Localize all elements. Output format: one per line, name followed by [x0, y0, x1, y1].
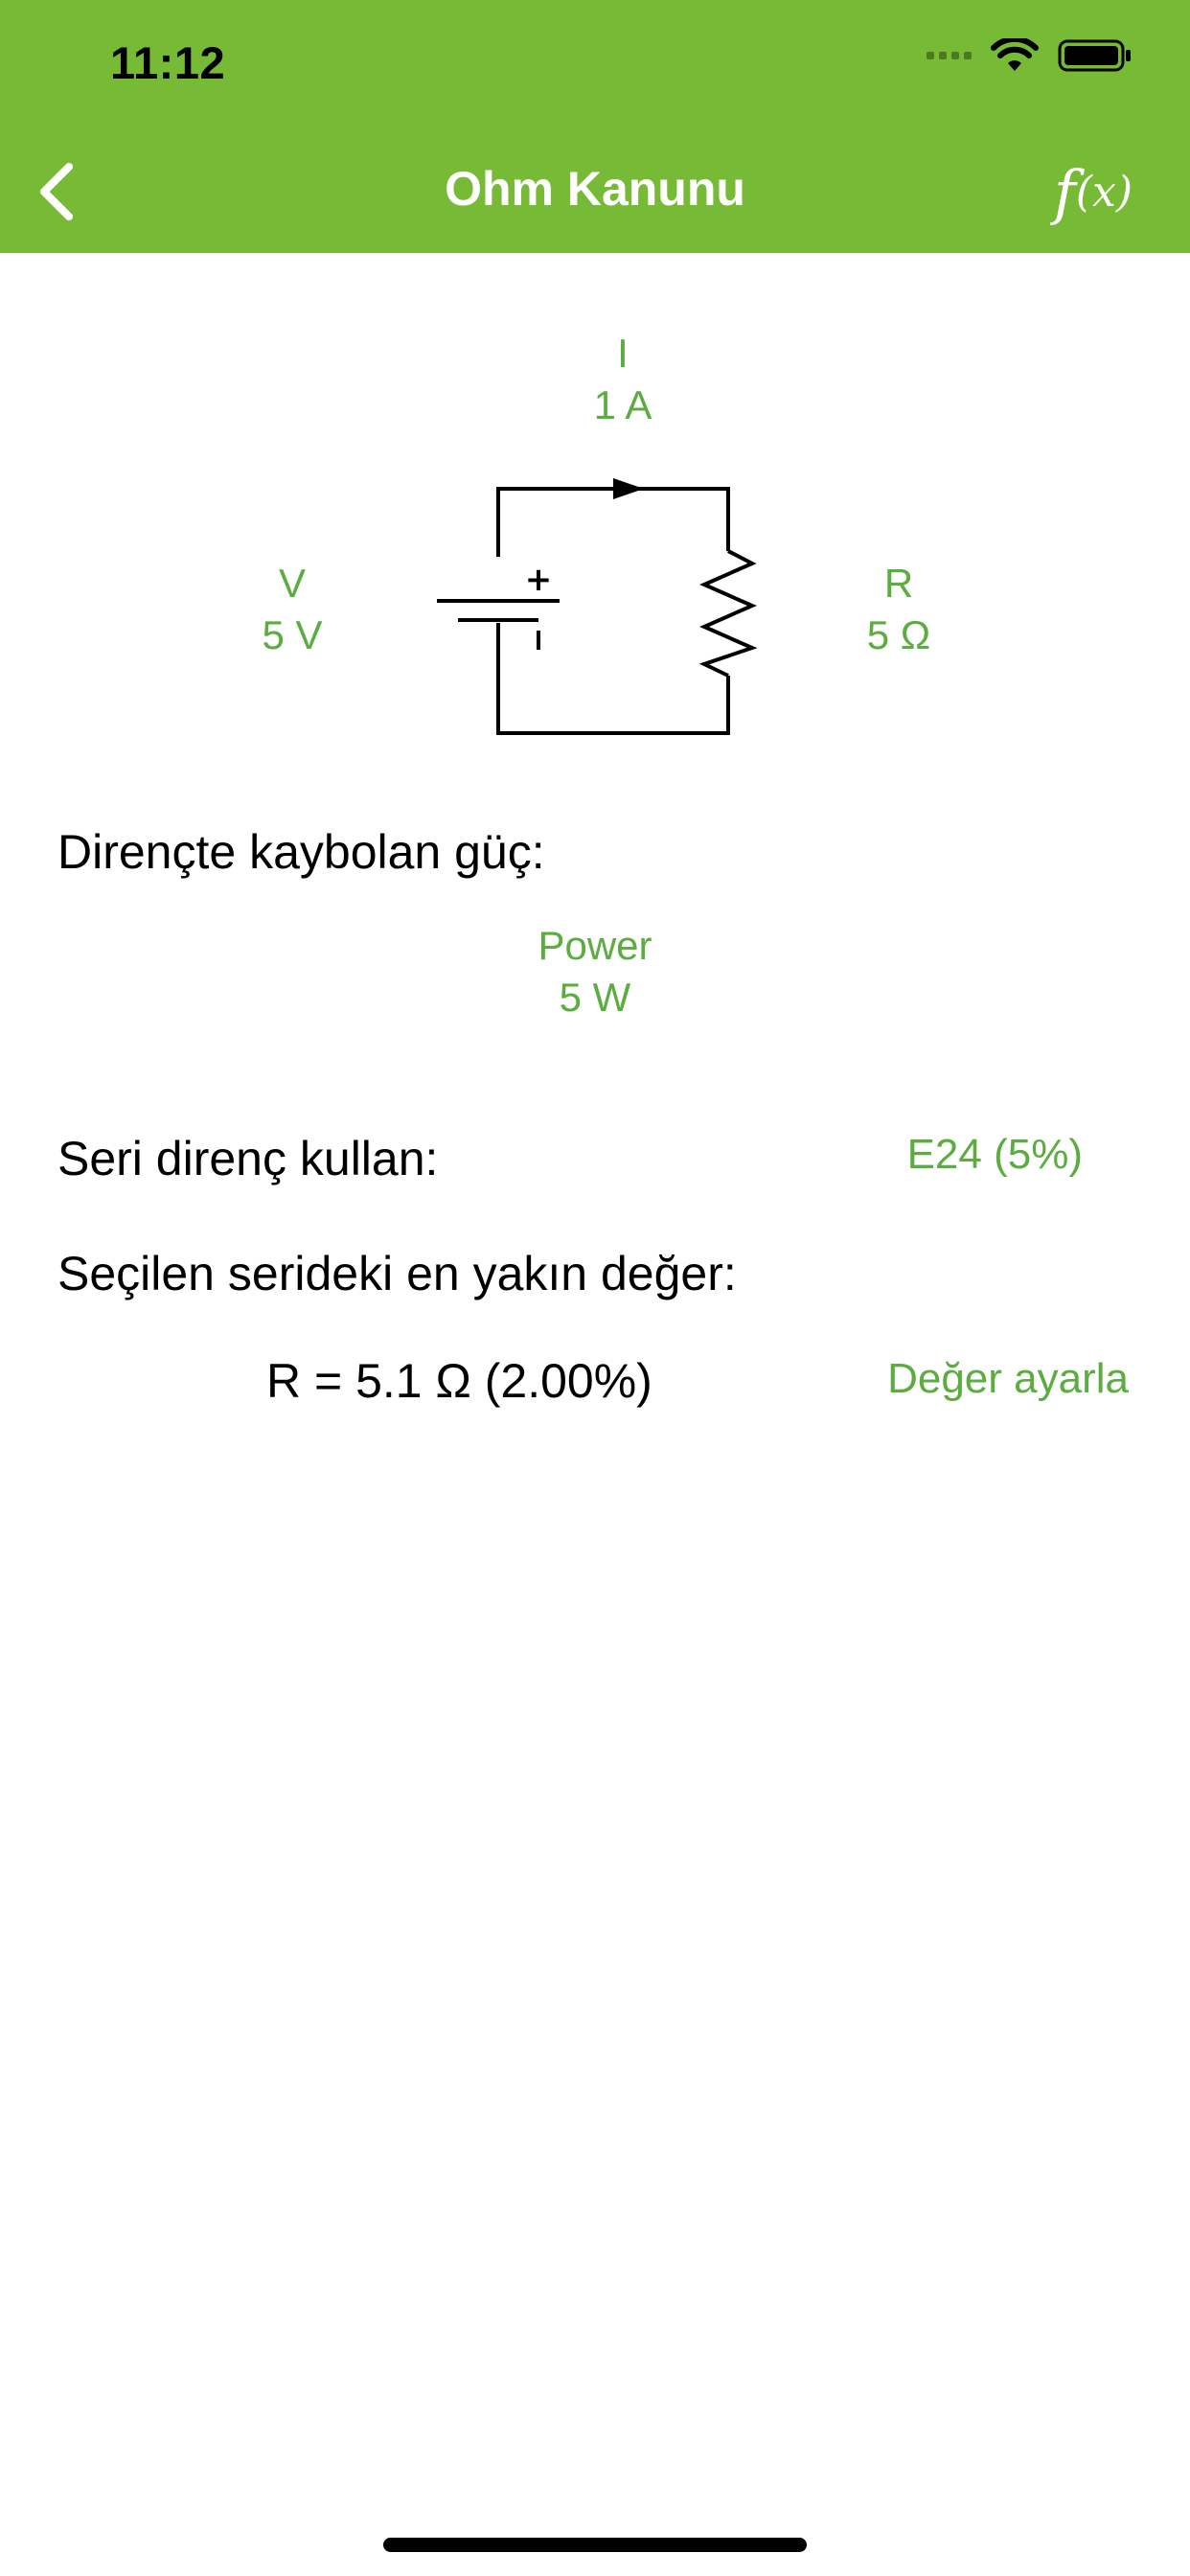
status-time: 11:12 [110, 37, 226, 88]
current-value: 1 A [593, 382, 652, 427]
series-label: Seri direnç kullan: [57, 1132, 439, 1185]
power-name: Power [538, 923, 652, 968]
current-input[interactable]: I 1 A [546, 328, 699, 431]
set-value-button[interactable]: Değer ayarla [887, 1355, 1129, 1403]
current-arrow-icon [613, 478, 644, 499]
circuit-wire [496, 487, 730, 735]
screen: 11:12 Ohm Kanunu f (x) I 1 A V 5 V R 5 Ω… [0, 0, 1190, 2576]
home-indicator[interactable] [383, 2538, 807, 2552]
power-output: Power 5 W [479, 920, 711, 1024]
series-select[interactable]: E24 (5%) [907, 1131, 1083, 1179]
resistance-name: R [883, 561, 914, 606]
circuit-diagram: + [437, 478, 758, 735]
fx-label-f: f [1053, 156, 1076, 227]
voltage-value: 5 V [262, 612, 323, 657]
nearest-value-result: R = 5.1 Ω (2.00%) [266, 1354, 652, 1408]
wifi-icon [991, 38, 1039, 71]
resistance-value: 5 Ω [866, 612, 931, 657]
status-icons [927, 38, 1133, 73]
cellular-signal-icon [927, 52, 972, 59]
fx-label-x: (x) [1075, 167, 1133, 217]
page-title: Ohm Kanunu [445, 162, 745, 216]
power-value: 5 W [559, 975, 631, 1020]
resistance-input[interactable]: R 5 Ω [822, 558, 975, 661]
nearest-value-label: Seçilen serideki en yakın değer: [57, 1247, 737, 1300]
voltage-name: V [278, 561, 306, 606]
formula-button[interactable]: f (x) [1054, 153, 1133, 230]
battery-icon [1058, 39, 1131, 72]
resistor-icon [698, 549, 758, 678]
voltage-input[interactable]: V 5 V [216, 558, 369, 661]
power-label: Dirençte kaybolan güç: [57, 825, 545, 879]
battery-plus-sign: + [525, 561, 553, 599]
top-bar: 11:12 Ohm Kanunu f (x) [0, 0, 1190, 253]
current-name: I [617, 331, 629, 376]
